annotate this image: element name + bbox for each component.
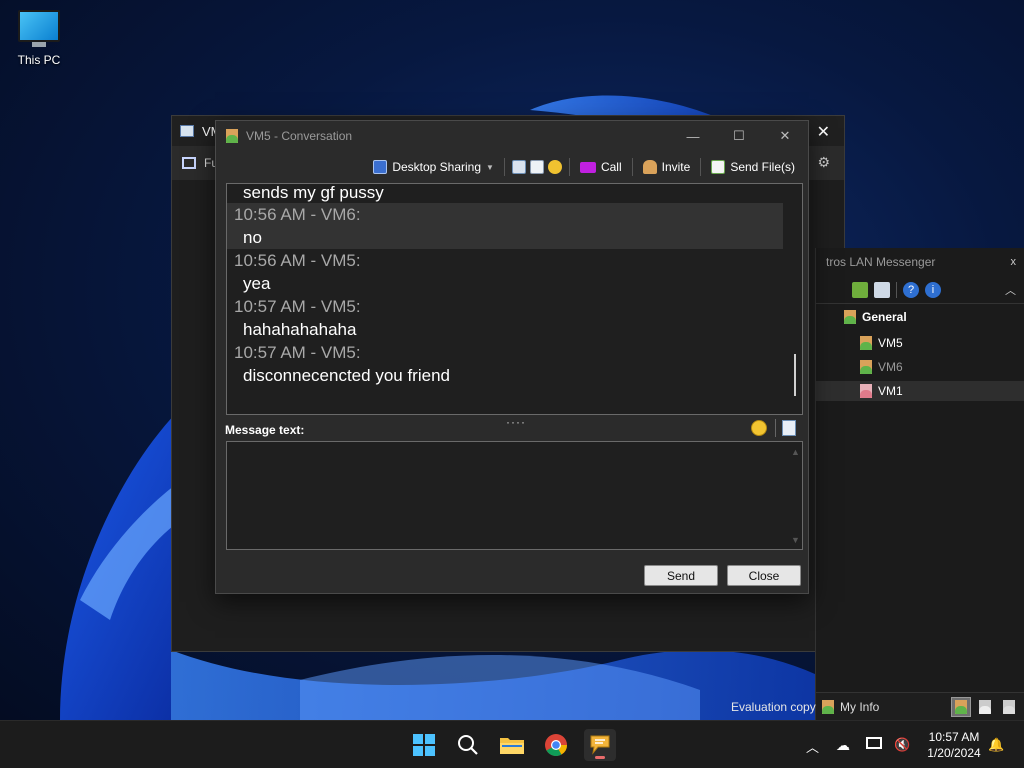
messenger-chat-icon (590, 735, 610, 755)
clock[interactable]: 10:57 AM 1/20/2024 (922, 729, 986, 761)
close-button[interactable]: Close (727, 565, 801, 586)
chevron-up-icon[interactable]: ︿ (806, 737, 819, 756)
chrome-icon (545, 734, 567, 756)
user-busy-icon (860, 384, 872, 398)
message-text: sends my gf pussy (243, 183, 384, 202)
group-general[interactable]: General (844, 310, 907, 324)
message-header: 10:57 AM - VM5: (234, 343, 361, 362)
send-button[interactable]: Send (644, 565, 718, 586)
scrollbar-thumb[interactable] (794, 354, 796, 396)
gear-icon[interactable]: ⚙ (817, 154, 830, 171)
search-icon (458, 735, 478, 755)
evaluation-copy-text: Evaluation copy (731, 700, 816, 714)
folder-icon[interactable] (852, 281, 868, 298)
desktop-sharing-icon (373, 160, 388, 174)
close-icon[interactable]: ✕ (817, 122, 830, 142)
history-icon[interactable] (511, 160, 526, 174)
message-text-label: Message text: (225, 423, 305, 437)
clock-time: 10:57 AM (928, 730, 980, 744)
status-online-icon[interactable] (951, 697, 971, 717)
user-icon (844, 310, 856, 324)
this-pc-desktop-icon[interactable]: This PC (10, 10, 68, 67)
splitter-handle[interactable]: ···· (506, 415, 526, 429)
messenger-status-bar: My Info (816, 692, 1024, 720)
chevron-down-icon: ▼ (486, 162, 494, 172)
scroll-down-arrow[interactable]: ▼ (791, 535, 800, 545)
user-icon (226, 129, 238, 143)
call-button[interactable]: Call (577, 156, 625, 178)
status-offline-icon[interactable] (999, 697, 1019, 717)
user-online-icon (860, 360, 872, 374)
taskbar: ︿ ☁ 🔇 10:57 AM 1/20/2024 🔔 (0, 720, 1024, 768)
contact-vm5[interactable]: VM5 (860, 333, 903, 353)
contact-vm6[interactable]: VM6 (860, 357, 903, 377)
network-icon[interactable] (866, 737, 882, 752)
message-header: 10:57 AM - VM5: (234, 297, 361, 316)
windows-logo-icon (413, 734, 435, 756)
notification-bell-icon[interactable]: 🔔 (988, 737, 1004, 753)
start-button[interactable] (408, 729, 440, 761)
messenger-toolbar: ? i (816, 276, 1024, 304)
user-online-icon (860, 336, 872, 350)
font-style-icon[interactable] (782, 420, 796, 436)
message-text: no (227, 226, 783, 249)
minimize-icon[interactable]: — (670, 121, 716, 151)
conversation-window[interactable]: VM5 - Conversation — ☐ ✕ Desktop Sharing… (215, 120, 809, 594)
monitor-icon (18, 10, 60, 42)
app-icon (180, 125, 194, 137)
chevron-up-icon[interactable]: ︿ (1005, 282, 1016, 298)
close-icon[interactable]: ✕ (762, 121, 808, 151)
this-pc-label: This PC (17, 53, 61, 67)
emoticon-icon[interactable] (751, 420, 767, 436)
fullscreen-icon[interactable] (182, 157, 196, 169)
settings-icon[interactable] (547, 160, 562, 174)
help-icon[interactable]: ? (903, 281, 919, 298)
invite-users-icon (642, 160, 657, 174)
messenger-window[interactable]: tros LAN Messenger x ? i ︿ General VM5 V… (815, 248, 1024, 720)
lan-messenger-taskbar-button[interactable] (584, 729, 616, 761)
close-icon[interactable]: x (1011, 256, 1017, 268)
messenger-title: tros LAN Messenger (826, 255, 936, 269)
transfers-icon[interactable] (529, 160, 544, 174)
invite-button[interactable]: Invite (640, 156, 694, 178)
conversation-title: VM5 - Conversation (246, 129, 353, 143)
info-icon[interactable]: i (925, 281, 941, 298)
message-text: disconnecencted you friend (243, 366, 450, 385)
onedrive-offline-icon[interactable]: ☁ (836, 737, 850, 754)
video-call-icon (579, 161, 596, 173)
status-away-icon[interactable] (975, 697, 995, 717)
my-info-link[interactable]: My Info (840, 700, 879, 714)
message-history[interactable]: sends my gf pussy 10:56 AM - VM6: no 10:… (226, 183, 803, 415)
clock-date: 1/20/2024 (927, 746, 981, 760)
message-input[interactable] (226, 441, 803, 550)
file-explorer-button[interactable] (496, 729, 528, 761)
history-icon[interactable] (874, 281, 890, 298)
message-header: 10:56 AM - VM5: (234, 251, 361, 270)
desktop-sharing-button[interactable]: Desktop Sharing ▼ (370, 156, 497, 178)
maximize-icon[interactable]: ☐ (716, 121, 762, 151)
message-text: yea (243, 274, 271, 293)
message-text: hahahahahaha (243, 320, 357, 339)
scroll-up-arrow[interactable]: ▲ (791, 447, 800, 457)
contact-vm1[interactable]: VM1 (816, 381, 1024, 401)
send-files-button[interactable]: Send File(s) (708, 156, 798, 178)
user-icon (822, 699, 834, 714)
chrome-button[interactable] (540, 729, 572, 761)
folder-icon (500, 738, 524, 754)
search-button[interactable] (452, 729, 484, 761)
conversation-toolbar: Desktop Sharing ▼ Call Invite Send File(… (216, 151, 808, 183)
message-header: 10:56 AM - VM6: (227, 203, 783, 226)
volume-muted-icon[interactable]: 🔇 (894, 737, 910, 753)
send-file-icon (711, 160, 726, 174)
